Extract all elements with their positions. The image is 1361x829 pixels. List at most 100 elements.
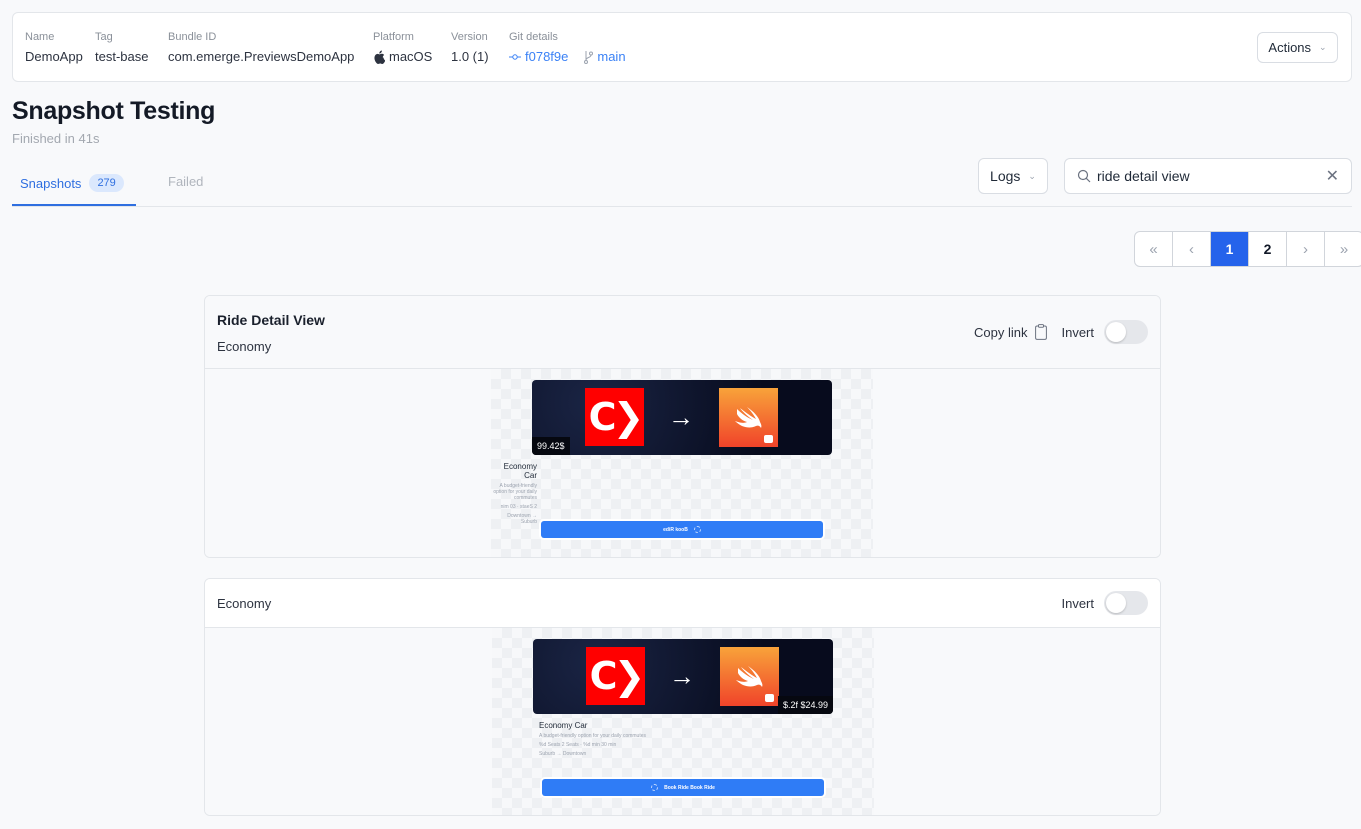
- meta-git-label: Git details: [509, 31, 558, 43]
- branch-link[interactable]: main: [584, 48, 626, 66]
- actions-dropdown[interactable]: Actions ⌄: [1257, 32, 1338, 63]
- preview-route: Suburb → Downtown: [539, 751, 587, 757]
- preview-hero-banner: C❯ → 99.42$: [532, 380, 832, 455]
- meta-name-label: Name: [25, 31, 55, 43]
- branch-name: main: [597, 49, 626, 64]
- meta-git-row: f078f9e main: [509, 48, 626, 66]
- preview-description: Economy Car A budget-friendly option for…: [491, 462, 537, 525]
- copy-link-button[interactable]: Copy link: [974, 324, 1048, 340]
- spinner-icon: [693, 526, 701, 533]
- package-icon: [765, 694, 774, 702]
- logs-label: Logs: [990, 168, 1021, 184]
- pagination: « ‹ 1 2 › »: [1134, 231, 1361, 267]
- preview-book-button: ediR kooB: [541, 521, 823, 538]
- c-logo-icon: C❯: [586, 647, 645, 705]
- commit-link[interactable]: f078f9e: [509, 48, 568, 66]
- app-info-bar: Name DemoApp Tag test-base Bundle ID com…: [12, 12, 1352, 82]
- chevron-down-icon: ⌄: [1319, 42, 1327, 52]
- meta-version: Version 1.0 (1): [451, 30, 489, 66]
- preview-button-label: ediR kooB: [663, 526, 688, 533]
- snapshot-card: Ride Detail View Economy Copy link Inver…: [204, 295, 1161, 558]
- meta-version-label: Version: [451, 31, 488, 43]
- snapshot-card-header: Economy Invert: [205, 579, 1160, 628]
- meta-bundle-value: com.emerge.PreviewsDemoApp: [168, 49, 355, 64]
- chevron-down-icon: ⌄: [1028, 170, 1036, 181]
- preview-book-button: Book Ride Book Ride: [542, 779, 824, 796]
- meta-version-value: 1.0 (1): [451, 49, 489, 64]
- tab-failed[interactable]: Failed: [168, 174, 203, 189]
- page-1-button[interactable]: 1: [1211, 232, 1249, 266]
- snapshot-controls: Copy link Invert: [974, 320, 1148, 344]
- preview-car-title: Economy Car: [503, 462, 537, 480]
- meta-name: Name DemoApp: [25, 30, 83, 66]
- preview-details: nim 03 · staeS 2: [500, 504, 537, 510]
- invert-toggle[interactable]: [1104, 320, 1148, 344]
- meta-tag: Tag test-base: [95, 30, 148, 66]
- arrow-right-icon: →: [668, 402, 694, 432]
- page-2-button[interactable]: 2: [1249, 232, 1287, 266]
- arrow-right-icon: →: [669, 661, 695, 691]
- preview-price: $.2f $24.99: [777, 696, 833, 714]
- preview-details: %d Seats 2 Seats · %d min 30 min: [539, 742, 617, 748]
- preview-description: Economy Car A budget-friendly option for…: [539, 721, 646, 757]
- meta-git: Git details f078f9e main: [509, 30, 626, 66]
- package-icon: [764, 435, 773, 443]
- first-page-button[interactable]: «: [1135, 232, 1173, 266]
- snapshot-preview-area: C❯ → 99.42$ Economy Car A budget-friendl…: [205, 369, 1160, 557]
- snapshot-variant: Economy: [217, 339, 272, 354]
- last-page-button[interactable]: »: [1325, 232, 1361, 266]
- prev-page-button[interactable]: ‹: [1173, 232, 1211, 266]
- snapshot-image[interactable]: C❯ → $.2f $24.99 Economy Car A budget-fr…: [492, 628, 874, 815]
- snapshot-image[interactable]: C❯ → 99.42$ Economy Car A budget-friendl…: [491, 369, 873, 557]
- swift-logo-icon: [720, 647, 779, 706]
- clipboard-icon: [1035, 324, 1048, 340]
- tab-snapshots[interactable]: Snapshots 279: [20, 174, 124, 192]
- commit-icon: [509, 54, 521, 60]
- snapshot-preview-area: C❯ → $.2f $24.99 Economy Car A budget-fr…: [205, 628, 1160, 815]
- tab-failed-label: Failed: [168, 174, 204, 189]
- page-subtitle: Finished in 41s: [12, 131, 100, 146]
- preview-hero-banner: C❯ → $.2f $24.99: [533, 639, 833, 714]
- meta-platform: Platform macOS: [373, 30, 432, 66]
- next-page-button[interactable]: ›: [1287, 232, 1325, 266]
- search-icon: [1077, 169, 1091, 183]
- meta-platform-value: macOS: [389, 49, 433, 64]
- meta-bundle-label: Bundle ID: [168, 31, 217, 43]
- actions-label: Actions: [1268, 40, 1312, 55]
- meta-bundle: Bundle ID com.emerge.PreviewsDemoApp: [168, 30, 354, 66]
- preview-route: Downtown → Suburb: [507, 513, 537, 525]
- apple-icon: [374, 50, 385, 64]
- snapshot-card: Economy Invert C❯ → $.2f $24.99 Economy …: [204, 578, 1161, 816]
- c-logo-icon: C❯: [585, 388, 644, 446]
- preview-car-title: Economy Car: [539, 721, 588, 730]
- snapshot-variant: Economy: [217, 596, 272, 611]
- meta-platform-label: Platform: [373, 31, 414, 43]
- commit-hash: f078f9e: [525, 49, 569, 64]
- copy-link-label: Copy link: [974, 324, 1028, 340]
- page-title: Snapshot Testing: [12, 97, 216, 125]
- preview-price: 99.42$: [532, 437, 570, 455]
- branch-icon: [584, 50, 594, 64]
- search-box: ✕: [1064, 158, 1352, 194]
- active-tab-indicator: [12, 204, 136, 206]
- preview-button-label: Book Ride Book Ride: [664, 784, 715, 791]
- invert-toggle[interactable]: [1104, 591, 1148, 615]
- spinner-icon: [651, 784, 659, 791]
- snapshot-title: Ride Detail View: [217, 312, 325, 328]
- tab-snapshots-label: Snapshots: [20, 175, 82, 191]
- preview-car-desc: A budget-friendly option for your daily …: [493, 483, 537, 501]
- meta-tag-label: Tag: [95, 31, 113, 43]
- snapshot-card-header: Ride Detail View Economy Copy link Inver…: [205, 296, 1160, 369]
- preview-car-desc: A budget-friendly option for your daily …: [539, 733, 646, 739]
- logs-dropdown[interactable]: Logs ⌄: [978, 158, 1048, 194]
- swift-logo-icon: [719, 388, 778, 447]
- meta-platform-row: macOS: [373, 48, 432, 66]
- meta-name-value: DemoApp: [25, 49, 83, 64]
- snapshot-controls: Invert: [1061, 591, 1148, 615]
- invert-label: Invert: [1061, 324, 1094, 340]
- snapshot-count-badge: 279: [89, 174, 124, 192]
- search-input[interactable]: [1097, 168, 1326, 184]
- clear-search-icon[interactable]: ✕: [1326, 166, 1339, 186]
- meta-tag-value: test-base: [95, 49, 149, 64]
- invert-label: Invert: [1061, 595, 1094, 611]
